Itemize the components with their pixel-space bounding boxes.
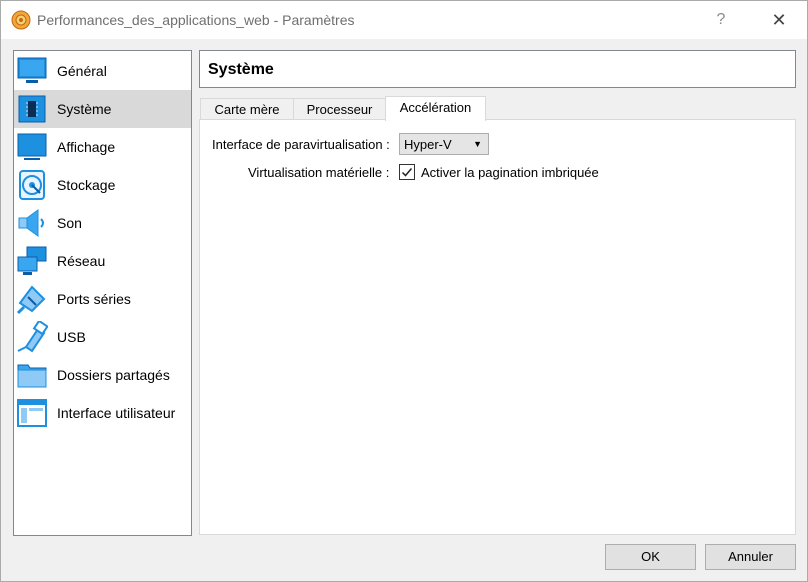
- page-header: Système: [199, 50, 796, 88]
- nested-paging-checkbox[interactable]: [399, 164, 415, 180]
- acceleration-panel: Interface de paravirtualisation : Hyper-…: [199, 119, 796, 535]
- hwvirt-label: Virtualisation matérielle :: [248, 165, 390, 180]
- sidebar-item-label: USB: [57, 329, 86, 345]
- sidebar-item-label: Stockage: [57, 177, 116, 193]
- sidebar-item-label: Dossiers partagés: [57, 367, 170, 383]
- sidebar-item-audio[interactable]: Son: [14, 204, 191, 242]
- ok-button[interactable]: OK: [605, 544, 696, 570]
- paravirt-select[interactable]: Hyper-V ▼: [399, 133, 489, 155]
- display-icon: [16, 131, 48, 163]
- sidebar-item-storage[interactable]: Stockage: [14, 166, 191, 204]
- disk-icon: [16, 169, 48, 201]
- sidebar-item-label: Ports séries: [57, 291, 131, 307]
- virtualbox-app-icon: [11, 10, 31, 30]
- sidebar-item-serial-ports[interactable]: Ports séries: [14, 280, 191, 318]
- sidebar-item-usb[interactable]: USB: [14, 318, 191, 356]
- cancel-button[interactable]: Annuler: [705, 544, 796, 570]
- chip-icon: [16, 93, 48, 125]
- window-title: Performances_des_applications_web - Para…: [37, 12, 355, 28]
- sidebar-item-user-interface[interactable]: Interface utilisateur: [14, 394, 191, 432]
- tab-motherboard[interactable]: Carte mère: [200, 98, 294, 120]
- tab-acceleration[interactable]: Accélération: [385, 96, 486, 121]
- network-icon: [16, 245, 48, 277]
- sidebar-item-label: Réseau: [57, 253, 106, 269]
- tab-processor[interactable]: Processeur: [293, 98, 386, 120]
- paravirt-value: Hyper-V: [404, 137, 452, 152]
- title-bar: Performances_des_applications_web - Para…: [1, 1, 807, 39]
- sidebar-item-label: Système: [57, 101, 112, 117]
- usb-icon: [16, 319, 49, 353]
- serial-port-icon: [16, 283, 48, 315]
- sidebar-item-system[interactable]: Système: [14, 90, 191, 128]
- window-icon: [16, 397, 48, 429]
- speaker-icon: [16, 207, 48, 239]
- settings-window: Performances_des_applications_web - Para…: [0, 0, 808, 582]
- sidebar-item-shared-folders[interactable]: Dossiers partagés: [14, 356, 191, 394]
- monitor-icon: [16, 55, 48, 87]
- checkmark-icon: [401, 168, 413, 177]
- nested-paging-label[interactable]: Activer la pagination imbriquée: [421, 165, 599, 180]
- sidebar-item-display[interactable]: Affichage: [14, 128, 191, 166]
- settings-sidebar: Général Système Affichage Stockage Son R…: [13, 50, 192, 536]
- page-title: Système: [208, 61, 274, 78]
- sidebar-item-label: Son: [57, 215, 82, 231]
- help-button[interactable]: ?: [701, 1, 741, 39]
- chevron-down-icon: ▼: [473, 139, 482, 149]
- sidebar-item-label: Général: [57, 63, 107, 79]
- sidebar-item-network[interactable]: Réseau: [14, 242, 191, 280]
- close-button[interactable]: ✕: [757, 1, 801, 39]
- sidebar-item-label: Affichage: [57, 139, 116, 155]
- folder-icon: [16, 359, 48, 391]
- sidebar-item-general[interactable]: Général: [14, 52, 191, 90]
- paravirt-label: Interface de paravirtualisation :: [212, 137, 390, 152]
- sidebar-item-label: Interface utilisateur: [57, 405, 176, 421]
